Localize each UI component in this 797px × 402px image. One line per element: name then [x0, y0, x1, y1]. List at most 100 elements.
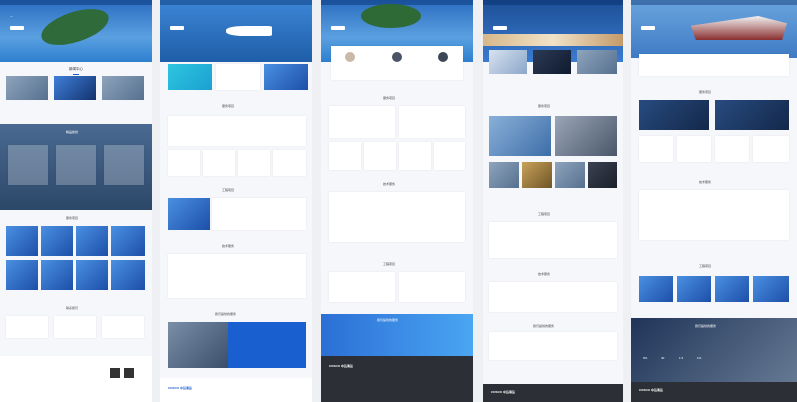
top-nav [160, 0, 312, 5]
service-card[interactable] [434, 142, 465, 170]
project-list [329, 272, 395, 302]
hero-button[interactable] [493, 26, 507, 30]
ship-image [691, 16, 787, 40]
tech-list [168, 254, 306, 298]
section-title: 我们提供的服务 [377, 318, 399, 322]
project-image[interactable] [639, 276, 673, 302]
top-nav [631, 0, 797, 5]
service-image[interactable] [588, 162, 617, 188]
section-title: 联系我们 [66, 306, 79, 310]
project-image[interactable] [677, 276, 711, 302]
route-card[interactable] [56, 145, 96, 185]
service-image [168, 322, 228, 368]
page-variant-5: 服务项目 技术服务 工程项目 我们提供的服务 6% 40 1.5 1% COSC… [631, 0, 797, 402]
service-tile[interactable] [41, 260, 73, 290]
avatar [438, 52, 448, 62]
service-card[interactable] [329, 106, 395, 138]
service-tile[interactable] [41, 226, 73, 256]
service-card[interactable] [273, 150, 306, 176]
stat-value: 1.5 [679, 356, 684, 360]
hero-button[interactable] [331, 26, 345, 30]
project-list [489, 222, 617, 258]
route-card[interactable] [8, 145, 48, 185]
news-image[interactable] [6, 76, 48, 100]
hero-banner: — [0, 0, 152, 62]
service-card[interactable] [329, 142, 361, 170]
service-tile[interactable] [76, 226, 108, 256]
team-image [577, 50, 617, 74]
section-title: 工程项目 [383, 262, 396, 266]
news-image[interactable] [102, 76, 144, 100]
island-image [361, 4, 421, 28]
section-title: 我们提供的服务 [695, 324, 717, 328]
service-card[interactable] [203, 150, 235, 176]
service-card[interactable] [715, 136, 749, 162]
logo: COSCO 中远海运 [491, 390, 515, 394]
hero-text: — [10, 14, 14, 18]
feature-tile[interactable] [264, 64, 308, 90]
logo: COSCO 中远海运 [639, 388, 663, 392]
service-card[interactable] [364, 142, 396, 170]
project-list [399, 272, 465, 302]
town-image [483, 34, 623, 46]
service-stats [228, 322, 306, 368]
service-tile[interactable] [715, 100, 789, 130]
team-image [533, 50, 571, 74]
news-image[interactable] [54, 76, 96, 100]
service-card[interactable] [238, 150, 270, 176]
hero-button[interactable] [641, 26, 655, 30]
service-panel[interactable] [168, 116, 306, 146]
hero-button[interactable] [170, 26, 184, 30]
hero-button[interactable] [10, 26, 24, 30]
feature-tile[interactable] [216, 64, 260, 90]
qr-code-icon [110, 368, 120, 378]
service-tile[interactable] [111, 226, 145, 256]
project-image[interactable] [715, 276, 749, 302]
project-image[interactable] [753, 276, 789, 302]
footer: COSCO 中远海运 [160, 378, 312, 402]
service-image[interactable] [522, 162, 552, 188]
section-title: 精品航线 [66, 130, 79, 134]
service-image[interactable] [555, 162, 585, 188]
avatar [345, 52, 355, 62]
service-card[interactable] [168, 150, 200, 176]
section-title: 服务项目 [383, 96, 396, 100]
contact-card [102, 316, 144, 338]
service-tile[interactable] [639, 100, 709, 130]
project-feature[interactable] [168, 198, 210, 230]
tech-list [639, 190, 789, 240]
tech-list [489, 282, 617, 312]
section-title: 工程项目 [699, 264, 712, 268]
team-image [489, 50, 527, 74]
tech-grid [329, 192, 465, 242]
section-title: 服务项目 [699, 90, 712, 94]
section-title: 新闻中心 [0, 67, 152, 74]
top-nav [483, 0, 623, 5]
top-nav [0, 0, 152, 5]
stat-value: 40 [661, 356, 665, 360]
service-tile[interactable] [76, 260, 108, 290]
service-card[interactable] [399, 106, 465, 138]
service-card[interactable] [639, 136, 673, 162]
service-image[interactable] [555, 116, 617, 156]
service-image[interactable] [489, 162, 519, 188]
service-tile[interactable] [6, 260, 38, 290]
service-image[interactable] [489, 116, 551, 156]
section-title: 技术服务 [222, 244, 235, 248]
island-image [37, 1, 113, 53]
feature-tile[interactable] [168, 64, 212, 90]
hero-banner [631, 0, 797, 58]
section-title: 服务项目 [538, 104, 551, 108]
logo: COSCO 中远海运 [329, 364, 353, 368]
service-tile[interactable] [6, 226, 38, 256]
avatar [392, 52, 402, 62]
hero-banner [160, 0, 312, 62]
feature-bar [639, 54, 789, 76]
route-card[interactable] [104, 145, 144, 185]
service-card[interactable] [677, 136, 711, 162]
service-card[interactable] [399, 142, 431, 170]
service-tile[interactable] [111, 260, 145, 290]
section-title: 我们提供的服务 [533, 324, 555, 328]
service-card[interactable] [753, 136, 789, 162]
project-list [212, 198, 306, 230]
